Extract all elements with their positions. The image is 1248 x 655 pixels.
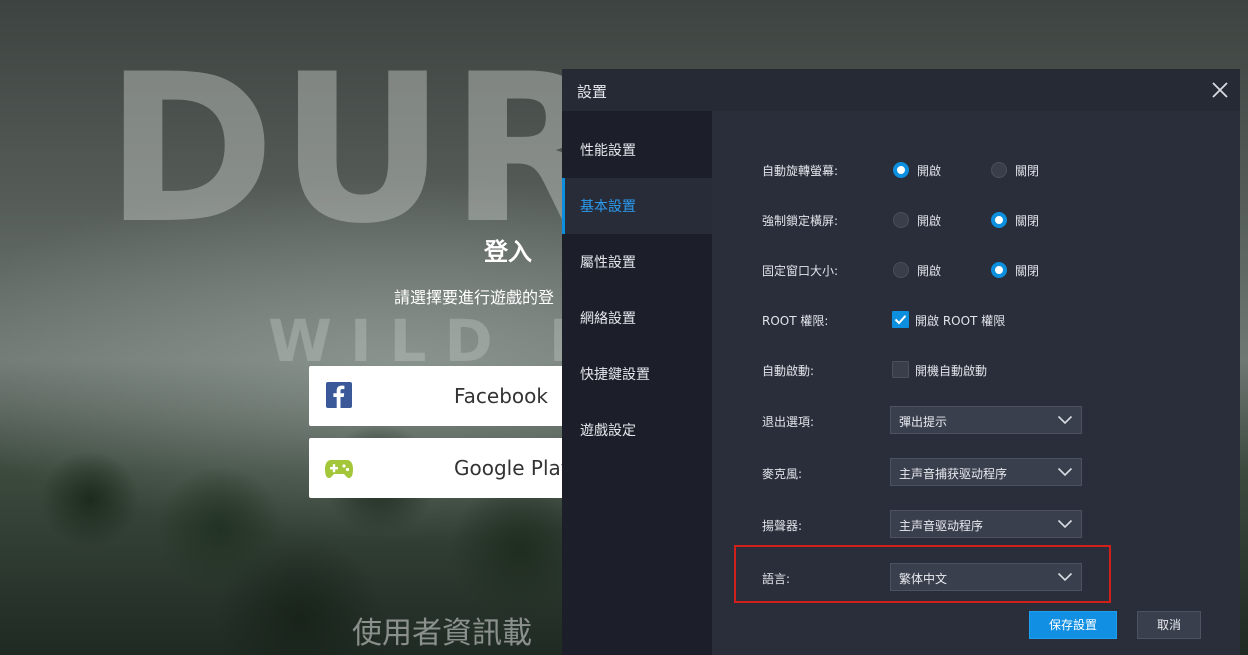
autostart-checkbox[interactable] bbox=[892, 361, 909, 378]
sidebar-item-basic[interactable]: 基本設置 bbox=[562, 178, 712, 234]
login-title: 登入 bbox=[484, 238, 532, 266]
force-landscape-label: 強制鎖定橫屏: bbox=[762, 214, 839, 228]
force-landscape-on-label: 開啟 bbox=[917, 214, 942, 228]
language-select[interactable]: 繁体中文 bbox=[890, 563, 1082, 591]
dialog-header: 設置 bbox=[562, 69, 1240, 111]
chevron-down-icon bbox=[1057, 467, 1073, 477]
autostart-option: 開機自動啟動 bbox=[915, 364, 988, 378]
autostart-label: 自動啟動: bbox=[762, 364, 815, 378]
sidebar-item-shortcuts[interactable]: 快捷鍵設置 bbox=[562, 346, 712, 402]
settings-dialog: 設置 性能設置 基本設置 屬性設置 網絡設置 快捷鍵設置 遊戲設定 自動旋轉螢幕… bbox=[562, 69, 1240, 655]
auto-rotate-label: 自動旋轉螢幕: bbox=[762, 164, 839, 178]
fixed-window-label: 固定窗口大小: bbox=[762, 264, 839, 278]
sidebar-item-label: 快捷鍵設置 bbox=[580, 367, 650, 383]
auto-rotate-off-label: 關閉 bbox=[1015, 164, 1040, 178]
microphone-select[interactable]: 主声音捕获驱动程序 bbox=[890, 458, 1082, 486]
speaker-value: 主声音驱动程序 bbox=[899, 519, 984, 533]
login-subtitle: 請選擇要進行遊戲的登 bbox=[394, 288, 555, 307]
speaker-label: 揚聲器: bbox=[762, 519, 803, 533]
facebook-login-label: Facebook bbox=[454, 384, 548, 408]
root-permission-option: 開啟 ROOT 權限 bbox=[915, 314, 1006, 328]
force-landscape-off-radio[interactable] bbox=[991, 212, 1007, 228]
sidebar-item-label: 屬性設置 bbox=[580, 255, 636, 271]
gamepad-icon bbox=[324, 456, 354, 484]
sidebar-item-game[interactable]: 遊戲設定 bbox=[562, 402, 712, 458]
exit-option-label: 退出選項: bbox=[762, 415, 815, 429]
sidebar-item-network[interactable]: 網絡設置 bbox=[562, 290, 712, 346]
microphone-value: 主声音捕获驱动程序 bbox=[899, 467, 1008, 481]
fixed-window-on-label: 開啟 bbox=[917, 264, 942, 278]
fixed-window-on-radio[interactable] bbox=[893, 262, 909, 278]
settings-sidebar: 性能設置 基本設置 屬性設置 網絡設置 快捷鍵設置 遊戲設定 bbox=[562, 111, 712, 655]
auto-rotate-off-radio[interactable] bbox=[991, 162, 1007, 178]
dialog-title: 設置 bbox=[577, 83, 608, 101]
google-play-login-button[interactable]: Google Play bbox=[309, 438, 579, 498]
chevron-down-icon bbox=[1057, 415, 1073, 425]
sidebar-item-properties[interactable]: 屬性設置 bbox=[562, 234, 712, 290]
sidebar-item-performance[interactable]: 性能設置 bbox=[562, 122, 712, 178]
microphone-label: 麥克風: bbox=[762, 467, 803, 481]
sidebar-item-label: 性能設置 bbox=[580, 143, 636, 159]
save-settings-button[interactable]: 保存設置 bbox=[1029, 611, 1117, 639]
cancel-button[interactable]: 取消 bbox=[1137, 611, 1201, 639]
chevron-down-icon bbox=[1057, 519, 1073, 529]
user-info-footer: 使用者資訊載 bbox=[352, 616, 532, 651]
language-label: 語言: bbox=[762, 572, 791, 586]
close-button[interactable] bbox=[1208, 79, 1232, 101]
auto-rotate-on-label: 開啟 bbox=[917, 164, 942, 178]
force-landscape-off-label: 關閉 bbox=[1015, 214, 1040, 228]
sidebar-item-label: 基本設置 bbox=[580, 199, 636, 215]
sidebar-item-label: 遊戲設定 bbox=[580, 423, 636, 439]
checkmark-icon bbox=[894, 315, 907, 325]
exit-option-value: 彈出提示 bbox=[899, 415, 948, 429]
language-value: 繁体中文 bbox=[899, 572, 948, 586]
auto-rotate-on-radio[interactable] bbox=[893, 162, 909, 178]
facebook-icon bbox=[326, 382, 352, 408]
exit-option-select[interactable]: 彈出提示 bbox=[890, 406, 1082, 434]
force-landscape-on-radio[interactable] bbox=[893, 212, 909, 228]
speaker-select[interactable]: 主声音驱动程序 bbox=[890, 510, 1082, 538]
chevron-down-icon bbox=[1057, 572, 1073, 582]
facebook-login-button[interactable]: Facebook bbox=[309, 366, 579, 426]
root-permission-label: ROOT 權限: bbox=[762, 314, 829, 328]
close-icon bbox=[1212, 82, 1228, 98]
google-play-login-label: Google Play bbox=[454, 456, 573, 480]
root-permission-checkbox[interactable] bbox=[892, 311, 909, 328]
sidebar-item-label: 網絡設置 bbox=[580, 311, 636, 327]
fixed-window-off-label: 關閉 bbox=[1015, 264, 1040, 278]
fixed-window-off-radio[interactable] bbox=[991, 262, 1007, 278]
